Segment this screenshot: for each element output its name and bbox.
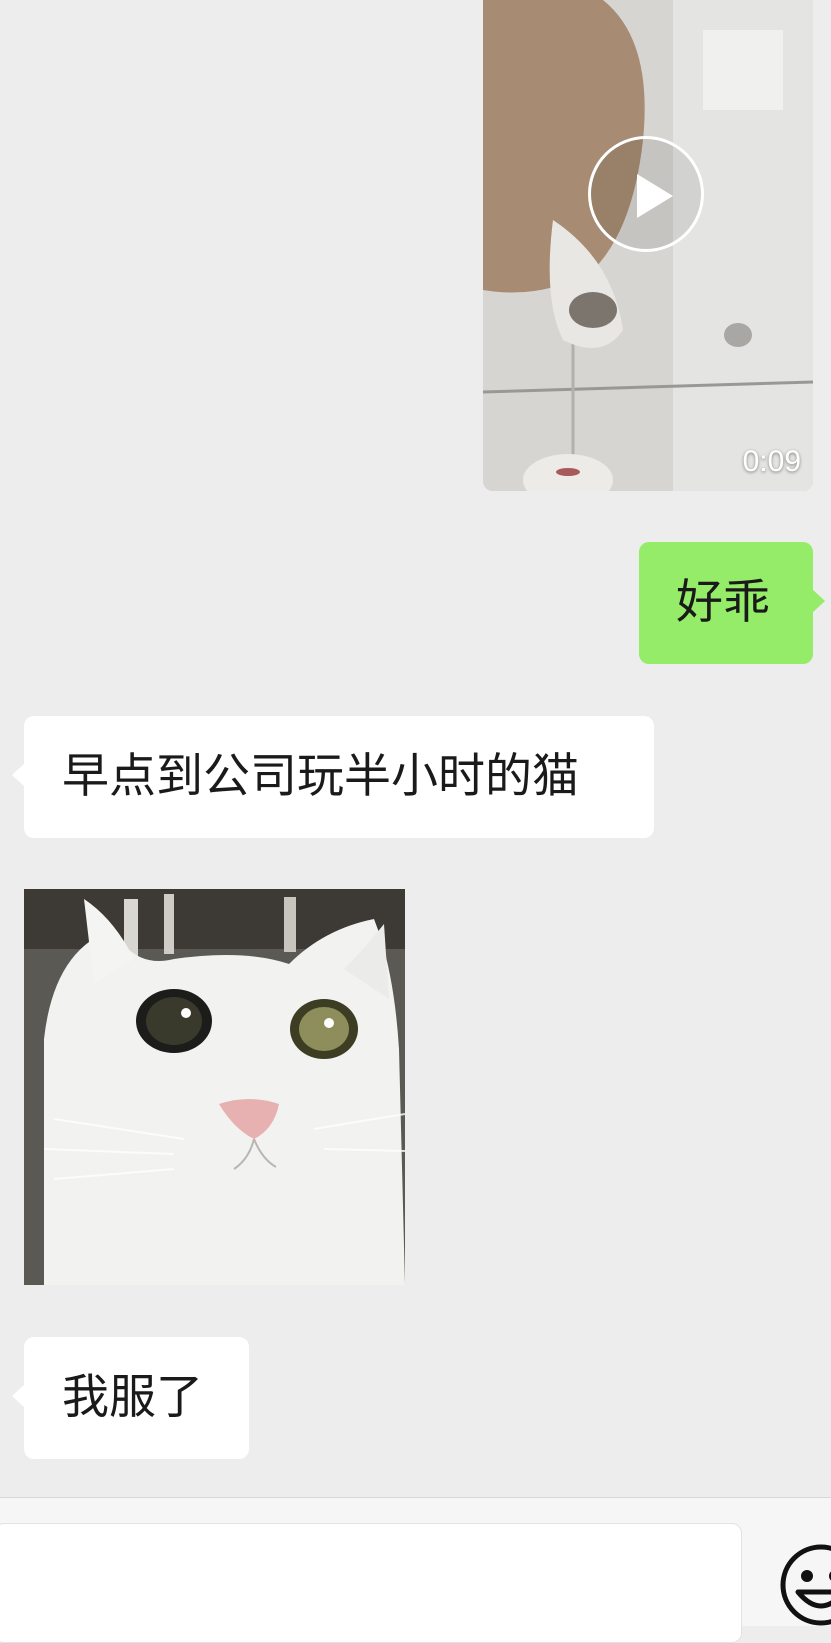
message-text: 早点到公司玩半小时的猫 [62,749,579,804]
incoming-message-bubble[interactable]: 我服了 [12,1337,249,1459]
video-duration: 0:09 [742,445,801,478]
input-bar [0,1497,831,1643]
image-message[interactable] [24,889,405,1285]
chat-area[interactable]: 0:09 好乖 早点到公司玩半小时的猫 我服了 [0,0,831,1497]
white-cat-image [24,889,405,1285]
outgoing-message-bubble[interactable]: 好乖 [639,542,825,664]
message-input[interactable] [0,1523,742,1643]
incoming-message-bubble[interactable]: 早点到公司玩半小时的猫 [12,716,654,838]
message-text: 我服了 [62,1370,203,1425]
message-text: 好乖 [676,575,770,630]
video-message[interactable]: 0:09 [483,0,813,491]
emoji-icon[interactable] [776,1540,831,1630]
play-icon[interactable] [588,136,704,252]
